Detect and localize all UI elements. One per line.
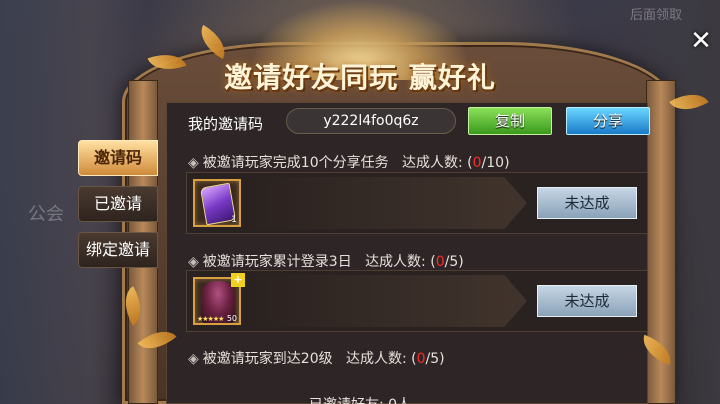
not-achieved-button[interactable]: 未达成: [537, 285, 637, 317]
tab-bind-invite[interactable]: 绑定邀请: [78, 232, 158, 268]
task-description: 被邀请玩家完成10个分享任务: [202, 155, 389, 171]
tab-invited[interactable]: 已邀请: [78, 186, 158, 222]
purple-scroll-item-icon[interactable]: 1: [193, 179, 241, 227]
star-rating: ★★★★★: [197, 315, 224, 323]
progress-label: 达成人数:: [401, 155, 463, 171]
progress-done: 0: [435, 254, 445, 270]
invited-friends-count: 已邀请好友: 0人: [0, 394, 720, 404]
row-arrow-band: [245, 275, 527, 327]
background-hint-text: 后面领取: [629, 8, 682, 23]
progress-label: 达成人数:: [345, 351, 407, 367]
hero-portrait-icon[interactable]: + ★★★★★ 50: [193, 273, 245, 325]
progress-total: /10): [481, 155, 510, 171]
progress-done: 0: [416, 351, 426, 367]
task-row: 1 未达成: [186, 172, 648, 234]
plus-badge-icon: +: [231, 273, 245, 287]
diamond-bullet-icon: ◈: [188, 155, 199, 171]
background-guild-label: 公会: [28, 204, 64, 225]
copy-button[interactable]: 复制: [468, 107, 552, 135]
task-description: 被邀请玩家到达20级: [202, 351, 333, 367]
progress-label: 达成人数:: [365, 254, 426, 270]
tab-invite-code[interactable]: 邀请码: [78, 140, 158, 176]
task-title: ◈ 被邀请玩家累计登录3日 达成人数: (0/5): [188, 251, 464, 271]
close-icon[interactable]: ✕: [688, 28, 714, 54]
item-count: 1: [231, 215, 237, 225]
task-title: ◈ 被邀请玩家完成10个分享任务 达成人数: (0/10): [188, 152, 510, 172]
progress-total: /5): [425, 351, 445, 367]
hero-level: 50: [226, 314, 237, 323]
diamond-bullet-icon: ◈: [188, 351, 199, 367]
progress-total: /5): [444, 254, 464, 270]
task-row: + ★★★★★ 50 未达成: [186, 270, 648, 332]
share-button[interactable]: 分享: [566, 107, 650, 135]
invite-code-label: 我的邀请码: [188, 115, 264, 133]
progress-done: 0: [472, 155, 482, 171]
dialog-title: 邀请好友同玩 赢好礼: [224, 61, 496, 94]
task-title: ◈ 被邀请玩家到达20级 达成人数: (0/5): [188, 348, 445, 368]
invite-code-field: y222l4fo0q6z: [286, 108, 456, 134]
task-description: 被邀请玩家累计登录3日: [202, 254, 352, 270]
row-arrow-band: [245, 177, 527, 229]
diamond-bullet-icon: ◈: [188, 254, 199, 270]
not-achieved-button[interactable]: 未达成: [537, 187, 637, 219]
